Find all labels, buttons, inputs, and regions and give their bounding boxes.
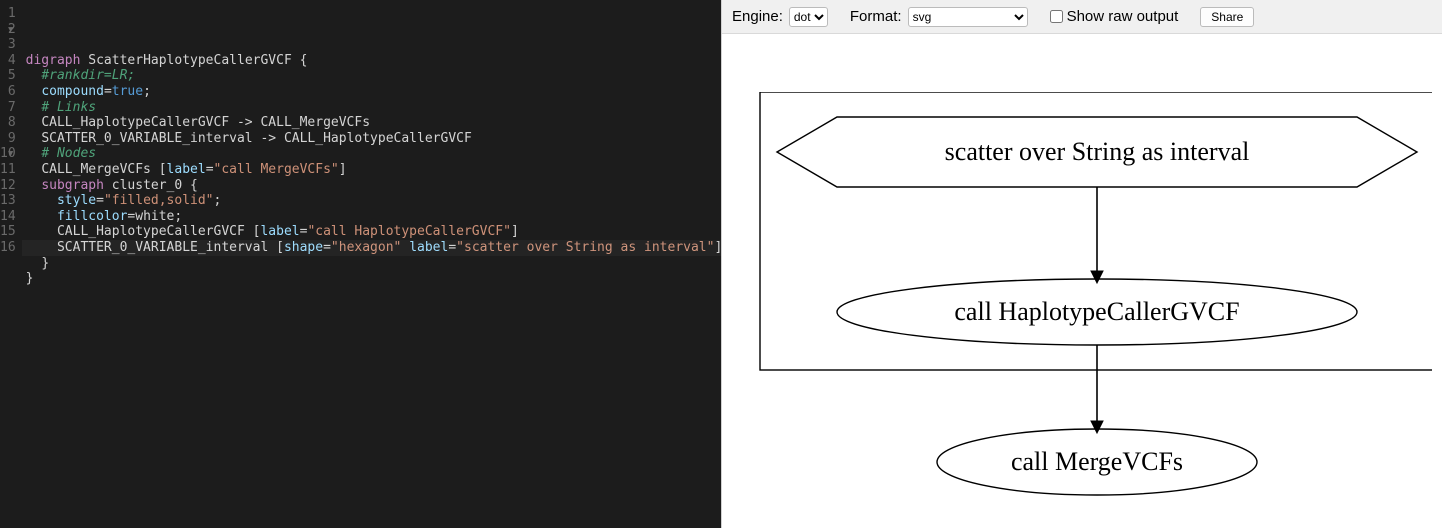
line-number: 5 xyxy=(0,68,16,84)
code-area[interactable]: digraph ScatterHaplotypeCallerGVCF { #ra… xyxy=(22,0,723,528)
code-line[interactable]: SCATTER_0_VARIABLE_interval -> CALL_Hapl… xyxy=(26,131,723,147)
graph-svg: scatter over String as interval call Hap… xyxy=(732,92,1432,522)
code-line[interactable]: # Links xyxy=(26,100,723,116)
engine-label: Engine: xyxy=(732,8,783,25)
format-label: Format: xyxy=(850,8,902,25)
graph-canvas: scatter over String as interval call Hap… xyxy=(722,34,1442,528)
node-scatter-label: scatter over String as interval xyxy=(945,137,1250,166)
line-number: 10 xyxy=(0,146,16,162)
line-number-gutter: 1 ▾2 3 4 5 6 7 8 9 ▾10 11 12 13 14 15 16 xyxy=(0,0,22,528)
line-number: 12 xyxy=(0,178,16,194)
share-button[interactable]: Share xyxy=(1200,7,1254,27)
show-raw-checkbox[interactable] xyxy=(1050,10,1063,23)
line-number: 15 xyxy=(0,224,16,240)
line-number: 1 ▾ xyxy=(0,6,16,22)
engine-select[interactable]: dot xyxy=(789,7,828,27)
code-line[interactable]: digraph ScatterHaplotypeCallerGVCF { xyxy=(26,53,723,69)
line-number: 11 xyxy=(0,162,16,178)
code-line[interactable]: } xyxy=(26,271,723,287)
line-number: 9 ▾ xyxy=(0,131,16,147)
line-number: 14 xyxy=(0,209,16,225)
code-line[interactable]: style="filled,solid"; xyxy=(26,193,723,209)
code-line[interactable]: subgraph cluster_0 { xyxy=(26,178,723,194)
code-line[interactable]: CALL_HaplotypeCallerGVCF -> CALL_MergeVC… xyxy=(26,115,723,131)
line-number: 4 xyxy=(0,53,16,69)
code-line[interactable]: } xyxy=(26,256,723,272)
code-line[interactable]: fillcolor=white; xyxy=(26,209,723,225)
graph-viewer-pane: Engine: dot Format: svg Show raw output … xyxy=(721,0,1442,528)
node-mergevcfs-label: call MergeVCFs xyxy=(1011,447,1183,476)
line-number: 13 xyxy=(0,193,16,209)
code-line[interactable]: CALL_HaplotypeCallerGVCF [label="call Ha… xyxy=(26,224,723,240)
code-line[interactable]: compound=true; xyxy=(26,84,723,100)
show-raw-output-toggle[interactable]: Show raw output xyxy=(1050,8,1179,25)
line-number: 3 xyxy=(0,37,16,53)
code-editor[interactable]: 1 ▾2 3 4 5 6 7 8 9 ▾10 11 12 13 14 15 16… xyxy=(0,0,721,528)
line-number: 2 xyxy=(0,22,16,38)
line-number: 16 xyxy=(0,240,16,256)
viewer-toolbar: Engine: dot Format: svg Show raw output … xyxy=(722,0,1442,34)
line-number: 7 xyxy=(0,100,16,116)
code-line[interactable] xyxy=(26,287,723,303)
format-select[interactable]: svg xyxy=(908,7,1028,27)
code-line[interactable]: CALL_MergeVCFs [label="call MergeVCFs"] xyxy=(26,162,723,178)
line-number: 8 xyxy=(0,115,16,131)
line-number: 6 xyxy=(0,84,16,100)
cursor-line-highlight xyxy=(22,240,723,256)
node-haplotype-label: call HaplotypeCallerGVCF xyxy=(954,297,1239,326)
show-raw-label: Show raw output xyxy=(1067,8,1179,25)
code-line[interactable]: # Nodes xyxy=(26,146,723,162)
code-line[interactable]: #rankdir=LR; xyxy=(26,68,723,84)
